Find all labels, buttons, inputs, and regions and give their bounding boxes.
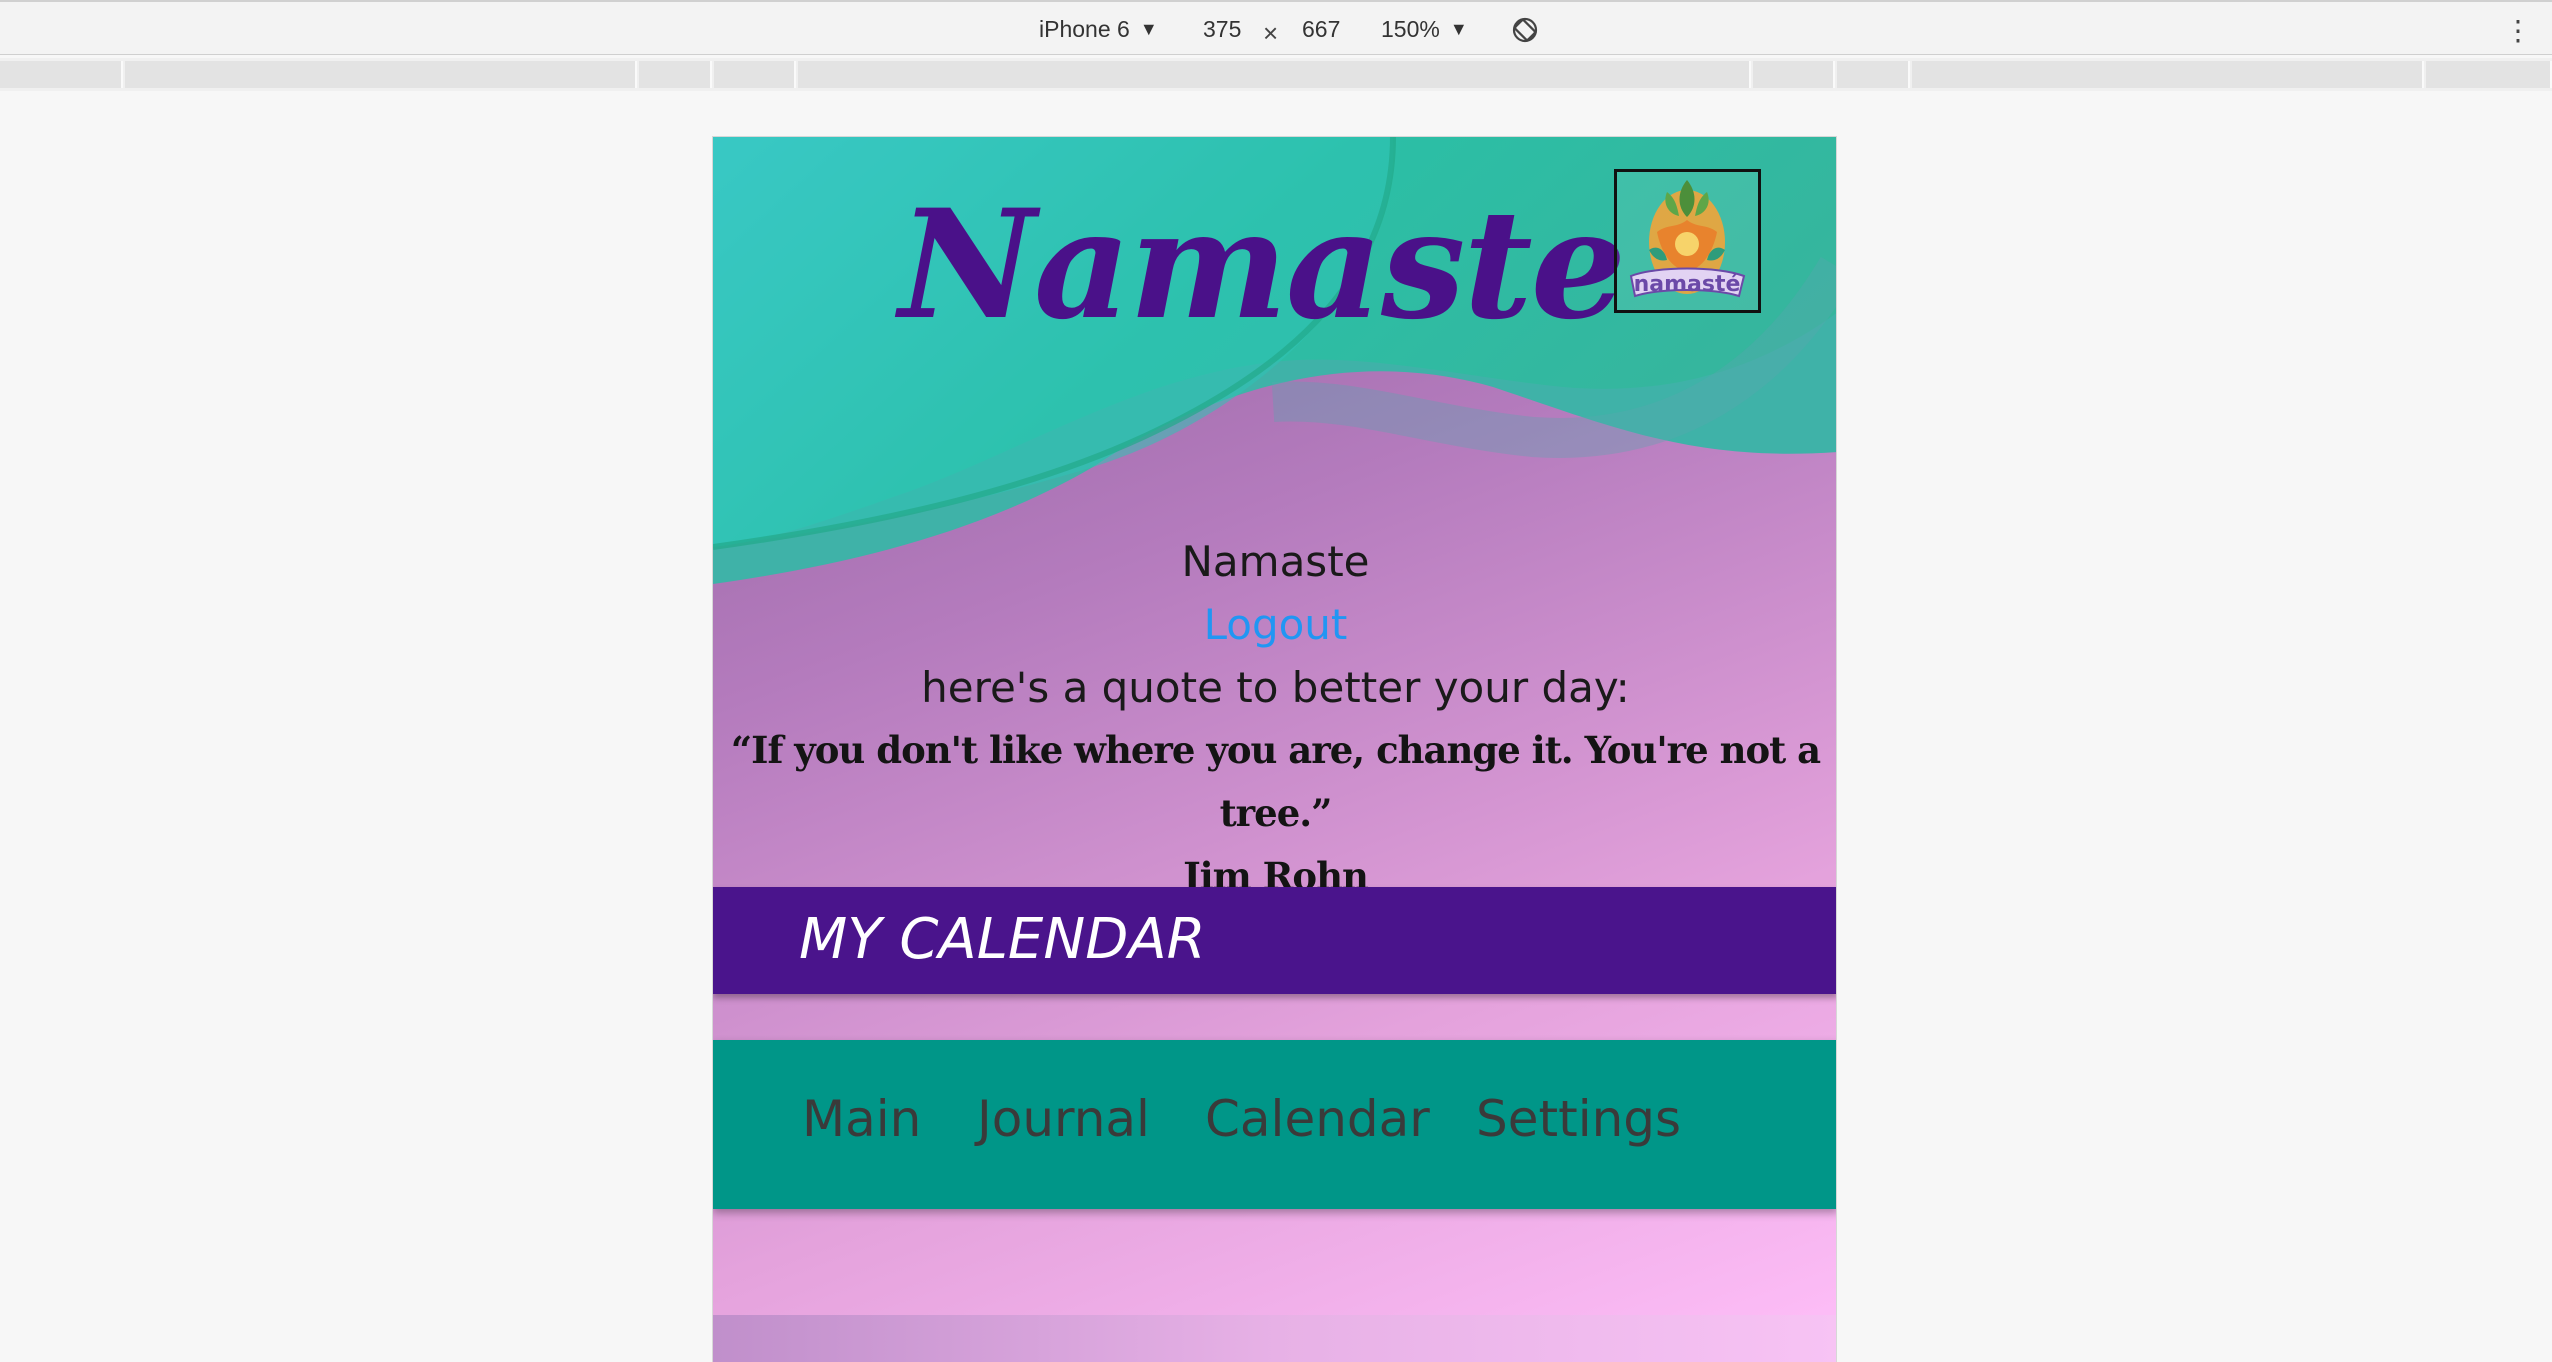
nav-link-journal[interactable]: Journal <box>977 1090 1150 1148</box>
device-select[interactable]: iPhone 6 ▼ <box>1039 16 1158 43</box>
ruler-segment[interactable] <box>0 61 123 88</box>
ruler-segment[interactable] <box>1912 61 2424 88</box>
calendar-title: MY CALENDAR <box>799 907 1206 972</box>
zoom-select[interactable]: 150% ▼ <box>1381 16 1468 43</box>
height-input[interactable]: 667 <box>1302 16 1340 43</box>
device-toolbar: iPhone 6 ▼ 375 × 667 150% ▼ ⋮ <box>0 0 2552 55</box>
chevron-down-icon: ▼ <box>1449 19 1468 39</box>
ruler-segment[interactable] <box>125 61 637 88</box>
ruler-segment[interactable] <box>714 61 796 88</box>
chevron-down-icon: ▼ <box>1139 19 1158 39</box>
calendar-content-top <box>713 1315 1836 1362</box>
rotate-icon[interactable] <box>1510 15 1540 45</box>
ruler-segment[interactable] <box>2426 61 2552 88</box>
nav-link-settings[interactable]: Settings <box>1476 1090 1681 1148</box>
zoom-label: 150% <box>1381 16 1440 42</box>
more-vert-icon[interactable]: ⋮ <box>2504 14 2532 47</box>
ruler-segment[interactable] <box>1753 61 1835 88</box>
calendar-header-bar: MY CALENDAR <box>713 887 1836 994</box>
media-query-ruler[interactable] <box>0 58 2552 91</box>
logout-link[interactable]: Logout <box>1204 593 1348 656</box>
width-input[interactable]: 375 <box>1203 16 1241 43</box>
greeting-block: Namaste Logout here's a quote to better … <box>713 530 1836 908</box>
user-name: Namaste <box>1181 537 1370 586</box>
namaste-logo[interactable]: namasté <box>1614 169 1761 313</box>
ruler-segment[interactable] <box>798 61 1751 88</box>
quote-text: “If you don't like where you are, change… <box>730 728 1821 835</box>
lotus-logo-icon: namasté <box>1629 180 1746 298</box>
nav-link-calendar[interactable]: Calendar <box>1205 1090 1430 1148</box>
ruler-segment[interactable] <box>1837 61 1910 88</box>
device-viewport: Namaste namasté Namaste Logout here's a … <box>712 136 1837 1362</box>
svg-text:namasté: namasté <box>1634 272 1741 297</box>
device-label: iPhone 6 <box>1039 16 1130 42</box>
main-nav: Main Journal Calendar Settings <box>713 1040 1836 1209</box>
nav-link-main[interactable]: Main <box>802 1090 921 1148</box>
ruler-segment[interactable] <box>639 61 712 88</box>
quote-intro: here's a quote to better your day: <box>921 663 1630 712</box>
times-icon: × <box>1263 18 1279 48</box>
